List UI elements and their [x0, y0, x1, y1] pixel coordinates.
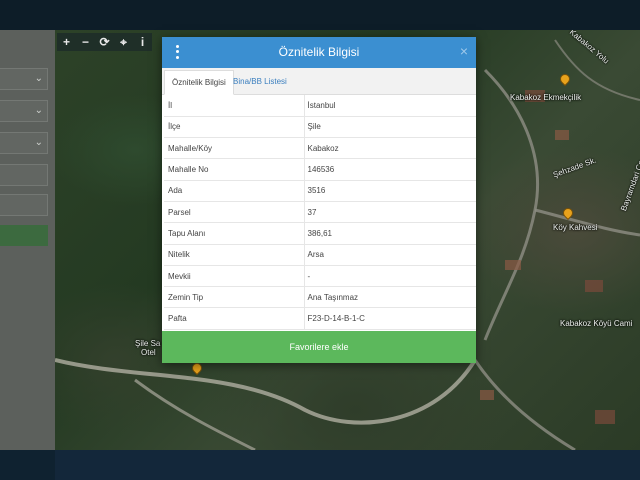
attribute-key: Mevkii [164, 265, 305, 288]
attribute-value: 386,61 [304, 222, 476, 245]
attribute-value: Şile [304, 116, 476, 139]
attribute-value: Arsa [304, 244, 476, 266]
attribute-value: 37 [304, 201, 476, 224]
table-row: Mahalle/Köy Kabakoz [164, 137, 476, 160]
table-row: Zemin Tip Ana Taşınmaz [164, 286, 476, 309]
table-row: İlçe Şile [164, 116, 476, 139]
modal-header: Öznitelik Bilgisi × [162, 37, 476, 68]
map-label-sile-otel-2: Otel [141, 348, 156, 357]
zoom-in-icon[interactable]: + [57, 33, 76, 51]
tab-attribute-info[interactable]: Öznitelik Bilgisi [164, 70, 234, 95]
map-label-koyu-cami: Kabakoz Köyü Cami [560, 319, 633, 328]
chevron-down-icon: ⌄ [34, 137, 43, 148]
filter-input-2[interactable] [0, 194, 48, 216]
add-favorite-button[interactable]: Favorilere ekle [162, 331, 476, 363]
close-icon[interactable]: × [460, 43, 468, 59]
table-row: Pafta F23-D-14-B-1-C [164, 307, 476, 330]
attribute-key: Zemin Tip [164, 286, 305, 309]
table-row: Nitelik Arsa [164, 244, 476, 266]
attribute-value: İstanbul [304, 95, 476, 117]
map-toolbar: + − ⟳ ⌖ i [57, 33, 152, 51]
map-label-sile-otel-1: Şile Sa [135, 339, 161, 348]
attribute-key: İlçe [164, 116, 305, 139]
kebab-menu-icon[interactable] [173, 44, 181, 60]
chevron-down-icon: ⌄ [34, 73, 43, 84]
query-button[interactable] [0, 225, 48, 246]
attribute-modal: Öznitelik Bilgisi × Öznitelik Bilgisi Bi… [162, 37, 476, 363]
table-row: Ada 3516 [164, 180, 476, 202]
filter-select-2[interactable]: ⌄ [0, 100, 48, 122]
table-row: Mahalle No 146536 [164, 158, 476, 181]
attribute-value: Ana Taşınmaz [304, 286, 476, 309]
filter-select-1[interactable]: ⌄ [0, 68, 48, 90]
attribute-key: İl [164, 95, 305, 117]
refresh-icon[interactable]: ⟳ [95, 33, 114, 51]
attribute-key: Mahalle No [164, 158, 305, 181]
attribute-value: F23-D-14-B-1-C [304, 307, 476, 330]
attribute-key: Ada [164, 180, 305, 202]
bottom-bar [0, 450, 640, 480]
attribute-key: Parsel [164, 201, 305, 224]
bottom-strip [55, 450, 640, 480]
map-label-ekmekcilik: Kabakoz Ekmekçilik [510, 93, 582, 102]
zoom-out-icon[interactable]: − [76, 33, 95, 51]
left-panel: ⌄ ⌄ ⌄ [0, 30, 55, 450]
map-label-koy-kahvesi: Köy Kahvesi [553, 223, 598, 232]
table-row: Mevkii - [164, 265, 476, 288]
modal-tabs: Öznitelik Bilgisi Bina/BB Listesi [162, 68, 476, 95]
filter-select-3[interactable]: ⌄ [0, 132, 48, 154]
top-bar [0, 0, 640, 30]
modal-title: Öznitelik Bilgisi [278, 45, 360, 59]
table-row: İl İstanbul [164, 95, 476, 117]
attribute-value: - [304, 265, 476, 288]
attribute-key: Tapu Alanı [164, 222, 305, 245]
attribute-key: Nitelik [164, 244, 305, 266]
attribute-key: Pafta [164, 307, 305, 330]
attribute-value: Kabakoz [304, 137, 476, 160]
attribute-value: 146536 [304, 158, 476, 181]
attribute-key: Mahalle/Köy [164, 137, 305, 160]
info-icon[interactable]: i [133, 33, 152, 51]
chevron-down-icon: ⌄ [34, 105, 43, 116]
tab-building-list[interactable]: Bina/BB Listesi [226, 70, 294, 95]
attribute-value: 3516 [304, 180, 476, 202]
table-row: Parsel 37 [164, 201, 476, 224]
table-row: Tapu Alanı 386,61 [164, 222, 476, 245]
locate-icon[interactable]: ⌖ [114, 33, 133, 51]
attribute-table: İl İstanbul İlçe Şile Mahalle/Köy Kabakoz Maha… [164, 95, 476, 330]
filter-input-1[interactable] [0, 164, 48, 186]
